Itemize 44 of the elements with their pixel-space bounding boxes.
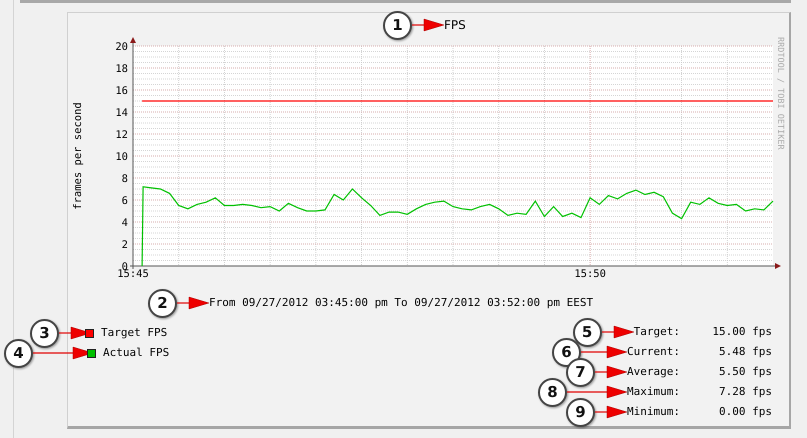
- stat-label: Average:: [627, 364, 680, 380]
- y-tick-label: 14: [115, 107, 128, 119]
- stat-label: Maximum:: [627, 384, 680, 400]
- callout-arrow: [567, 385, 628, 399]
- time-range-text: From 09/27/2012 03:45:00 pm To 09/27/2012 03:52:00 pm EEST: [209, 294, 594, 311]
- callout-marker: 4: [4, 338, 33, 368]
- callout-marker: 9: [566, 398, 596, 426]
- stat-value: 5.48 fps: [718, 344, 772, 360]
- legend-swatch: [85, 328, 94, 338]
- stat-value: 7.28 fps: [718, 384, 772, 400]
- callout-arrow: [581, 345, 628, 359]
- y-tick-label: 10: [115, 151, 128, 163]
- callout-marker: 7: [566, 358, 596, 386]
- callout-marker: 1: [383, 10, 412, 40]
- y-tick-label: 6: [122, 195, 128, 207]
- y-tick-label: 8: [122, 173, 128, 185]
- callout-arrow: [177, 296, 209, 310]
- y-tick-label: 2: [122, 239, 128, 251]
- stat-label: Current:: [627, 344, 680, 360]
- y-tick-label: 16: [115, 85, 128, 97]
- legend-label: Target FPS: [101, 324, 168, 341]
- legend-label: Actual FPS: [103, 344, 170, 361]
- callout-arrow: [595, 405, 628, 419]
- stat-value: 5.50 fps: [718, 364, 772, 380]
- callout-marker: 3: [30, 318, 59, 348]
- legend-swatch: [87, 348, 96, 358]
- callout-marker: 2: [148, 288, 177, 318]
- y-axis-label: frames per second: [72, 102, 84, 210]
- x-tick-label: 15:50: [574, 268, 606, 280]
- stat-label: Target:: [634, 324, 680, 340]
- callout-arrow: [412, 18, 444, 32]
- y-tick-label: 18: [115, 63, 128, 75]
- chart-title: FPS: [444, 19, 466, 31]
- y-tick-label: 4: [122, 217, 128, 229]
- callout-marker: 5: [572, 318, 602, 346]
- callout-arrow: [595, 365, 628, 379]
- callout-arrow: [602, 325, 634, 339]
- stat-value: 15.00 fps: [711, 324, 772, 340]
- stat-label: Minimum:: [627, 404, 680, 420]
- stat-value: 0.00 fps: [718, 404, 772, 420]
- credit-text: RRDTOOL / TOBI OETIKER: [775, 37, 785, 150]
- y-tick-label: 20: [115, 41, 128, 53]
- callout-marker: 8: [538, 378, 568, 406]
- y-tick-label: 12: [115, 129, 128, 141]
